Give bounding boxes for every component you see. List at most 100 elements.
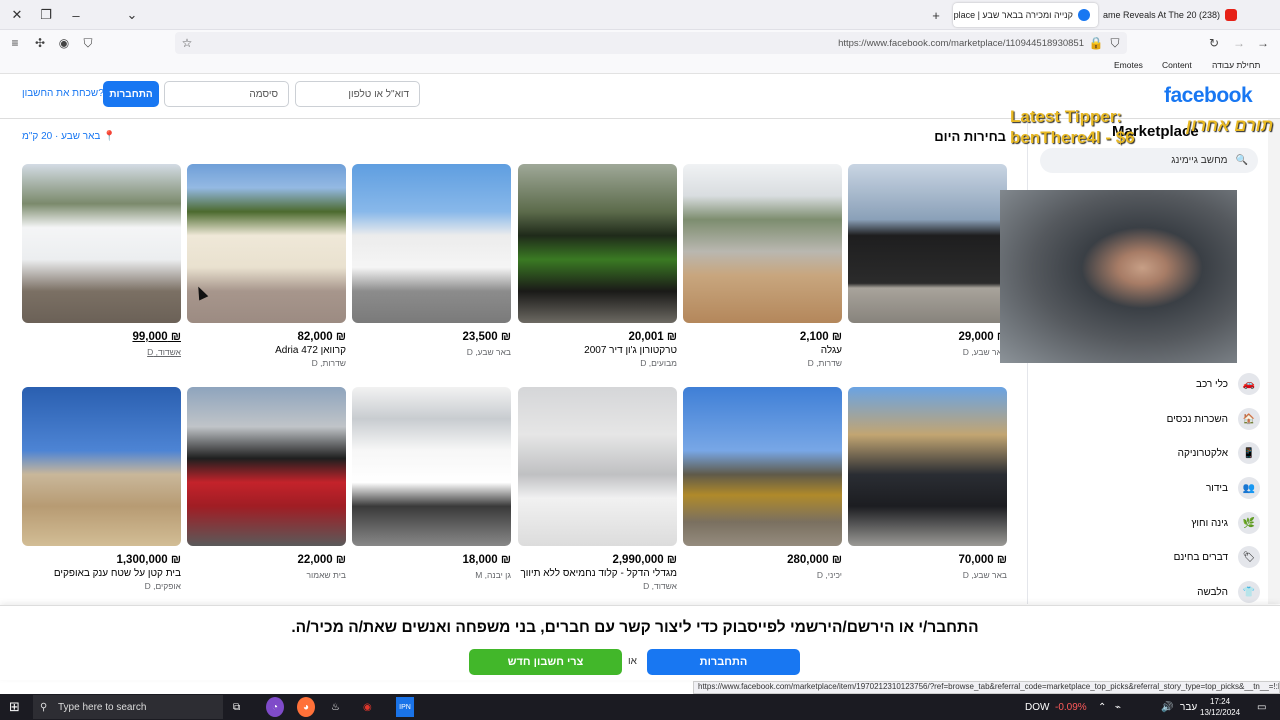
browser-tab-strip: ✕ ❐ – ⌄ + קנייה ומכירה בבאר שבע | place … xyxy=(0,0,1280,30)
discord-icon[interactable]: ◔ xyxy=(266,697,284,717)
account-icon[interactable]: ◉ xyxy=(55,34,73,52)
listing-card[interactable]: ₪ 70,000 באר שבע, D xyxy=(848,387,1007,580)
listing-card[interactable]: ₪ 1,300,000 בית קטן על שטח ענק באופקים א… xyxy=(22,387,181,591)
clock-date: 13/12/2024 xyxy=(1200,708,1241,717)
listing-card[interactable]: ₪ 18,000 גן יבנה, M xyxy=(352,387,511,580)
listing-location: אופקים, D xyxy=(144,581,181,591)
facebook-logo[interactable]: facebook xyxy=(1164,84,1253,108)
reload-icon[interactable]: ↻ xyxy=(1205,34,1223,52)
listing-card[interactable]: ₪ 23,500 באר שבע, D xyxy=(352,164,511,357)
login-button[interactable]: התחברות xyxy=(103,81,159,107)
modal-login-button[interactable]: התחברות xyxy=(647,649,800,675)
category-entertainment[interactable]: בידור 👥 xyxy=(1130,476,1260,500)
tipper-name: benThere4l - $6 xyxy=(1010,128,1135,147)
listing-photo xyxy=(22,164,181,323)
clock[interactable]: 17:24 13/12/2024 xyxy=(1200,694,1240,720)
category-label: כלי רכב xyxy=(1196,378,1228,390)
volume-icon[interactable]: 🔊 xyxy=(1161,697,1173,717)
search-icon: ⚲ xyxy=(40,701,48,713)
page-scrollbar[interactable] xyxy=(1268,119,1280,604)
listing-location: אשדוד, D xyxy=(147,347,181,357)
listing-location: בית שאמור xyxy=(306,570,347,580)
listing-card[interactable]: ₪ 22,000 בית שאמור xyxy=(187,387,346,580)
people-icon: 👥 xyxy=(1238,477,1260,499)
address-bar[interactable]: ☆ https://www.facebook.com/marketplace/1… xyxy=(175,32,1127,54)
windows-start-icon[interactable]: ⊞ xyxy=(9,697,20,717)
password-field[interactable]: סיסמה xyxy=(164,81,289,107)
category-label: דברים בחינם xyxy=(1173,551,1228,563)
close-window-icon[interactable]: ✕ xyxy=(2,0,32,30)
listing-photo xyxy=(683,387,842,546)
listing-photo xyxy=(518,164,677,323)
category-electronics[interactable]: אלקטרוניקה 📱 xyxy=(1130,441,1260,465)
firefox-icon[interactable]: ◕ xyxy=(297,697,315,717)
location-filter[interactable]: 📍 באר שבע · 20 ק"מ xyxy=(22,131,116,142)
listing-location: גן יבנה, M xyxy=(475,570,511,580)
new-tab-button[interactable]: + xyxy=(921,0,951,30)
listing-card[interactable]: ₪ 82,000 קרוואן Adria 472 שדרות, D xyxy=(187,164,346,368)
email-field[interactable]: דוא"ל או טלפון xyxy=(295,81,420,107)
bookmarks-bar: תחילת עבודה Content Emotes xyxy=(0,57,1280,74)
forgot-account-link[interactable]: שכחת את החשבון? xyxy=(22,88,104,99)
extensions-icon[interactable]: ✣ xyxy=(31,34,49,52)
category-garden[interactable]: גינה וחוץ 🌿 xyxy=(1130,511,1260,535)
listing-photo xyxy=(352,164,511,323)
category-free[interactable]: דברים בחינם 🏷 xyxy=(1130,545,1260,569)
listing-title: טרקטורון ג'ון דיר 2007 xyxy=(584,345,677,356)
steam-icon[interactable]: ♨ xyxy=(331,697,340,717)
listing-price: ₪ 22,000 xyxy=(297,554,346,566)
app-icon[interactable]: IPN xyxy=(396,697,414,717)
shield-icon[interactable]: ⛉ xyxy=(1106,34,1124,52)
tab-marketplace[interactable]: קנייה ומכירה בבאר שבע | place ✕ xyxy=(953,3,1098,27)
listing-photo xyxy=(848,164,1007,323)
phone-icon: 📱 xyxy=(1238,442,1260,464)
listing-card[interactable]: ₪ 2,990,000 מגדלי הדקל - קלוד נחמיאס ללא… xyxy=(518,387,677,591)
restore-window-icon[interactable]: ❐ xyxy=(31,0,61,30)
network-icon[interactable]: ⌁ xyxy=(1115,697,1121,717)
category-label: השכרות נכסים xyxy=(1166,413,1228,425)
bookmark-getting-started[interactable]: תחילת עבודה xyxy=(1212,60,1260,70)
listing-photo xyxy=(683,164,842,323)
forward-icon[interactable]: → xyxy=(1230,34,1248,52)
listing-location: באר שבע, D xyxy=(466,347,511,357)
lock-icon: 🔒 xyxy=(1088,36,1104,50)
language-indicator[interactable]: עבר xyxy=(1180,697,1197,717)
listing-card[interactable]: ₪ 20,001 טרקטורון ג'ון דיר 2007 מבועים, … xyxy=(518,164,677,368)
bookmark-star-icon[interactable]: ☆ xyxy=(178,34,196,52)
category-vehicles[interactable]: כלי רכב 🚗 xyxy=(1130,372,1260,396)
listing-card[interactable]: ₪ 29,000 באר שבע, D xyxy=(848,164,1007,357)
task-view-icon[interactable]: ⧉ xyxy=(233,697,240,717)
tab-youtube[interactable]: (238) 20 Game Reveals At The ✕ xyxy=(1103,3,1245,27)
windows-taskbar: ⊞ ⚲ Type here to search ⧉ ◔ ◕ ♨ ◉ IPN DO… xyxy=(0,694,1280,720)
notification-icon[interactable]: ▭ xyxy=(1257,697,1266,717)
listing-title: קרוואן Adria 472 xyxy=(275,345,346,356)
taskbar-search-input[interactable]: ⚲ Type here to search xyxy=(33,695,223,719)
listing-title: מגדלי הדקל - קלוד נחמיאס ללא תיווך xyxy=(520,568,677,579)
category-apparel[interactable]: הלבשה 👕 xyxy=(1130,580,1260,604)
bookmark-content[interactable]: Content xyxy=(1162,60,1192,70)
listing-price: ₪ 2,100 xyxy=(799,331,842,343)
category-rentals[interactable]: השכרות נכסים 🏠 xyxy=(1130,407,1260,431)
bookmark-emotes[interactable]: Emotes xyxy=(1114,60,1143,70)
listing-price: ₪ 82,000 xyxy=(297,331,346,343)
listing-location: שדרות, D xyxy=(807,358,842,368)
listing-card[interactable]: ₪ 280,000 יכיני, D xyxy=(683,387,842,580)
tab-list-chevron-icon[interactable]: ⌄ xyxy=(117,0,147,30)
listing-card[interactable]: ₪ 2,100 עגלה שדרות, D xyxy=(683,164,842,368)
location-pin-icon: 📍 xyxy=(103,131,116,142)
pocket-icon[interactable]: ⛉ xyxy=(79,34,97,52)
minimize-window-icon[interactable]: – xyxy=(61,0,91,30)
login-prompt-text: התחבר/י או הירשם/הירשמי לפייסבוק כדי ליצ… xyxy=(291,619,979,636)
marketplace-search-input[interactable]: 🔍 מחשב גיימינג xyxy=(1040,148,1258,173)
listing-location: מבועים, D xyxy=(640,358,677,368)
obs-icon[interactable]: ◉ xyxy=(363,697,372,717)
tray-chevron-icon[interactable]: ⌃ xyxy=(1098,697,1106,717)
tag-icon: 🏷 xyxy=(1238,546,1260,568)
create-account-button[interactable]: צרי חשבון חדש xyxy=(469,649,622,675)
search-icon: 🔍 xyxy=(1235,155,1248,166)
garden-icon: 🌿 xyxy=(1238,512,1260,534)
listing-card[interactable]: ₪ 99,000 אשדוד, D xyxy=(22,164,181,357)
back-icon[interactable]: → xyxy=(1254,34,1272,52)
menu-icon[interactable]: ≡ xyxy=(6,34,24,52)
facebook-favicon-icon xyxy=(1078,9,1090,21)
